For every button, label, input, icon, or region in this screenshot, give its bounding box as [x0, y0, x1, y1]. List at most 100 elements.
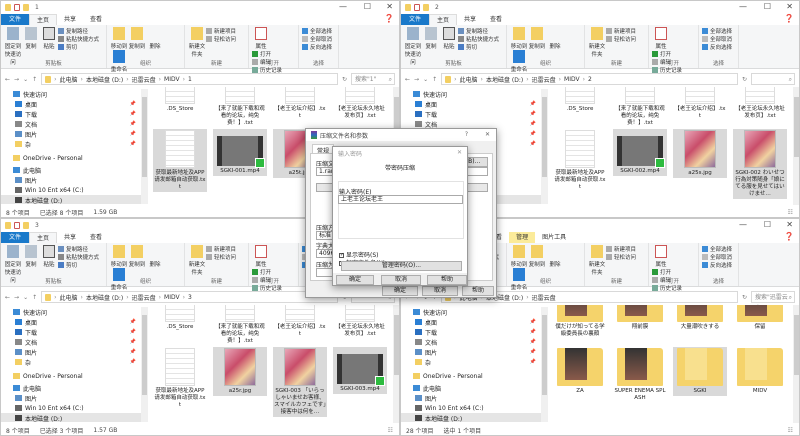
select-none-button[interactable]: 全部取消 [702, 253, 735, 261]
new-folder-icon[interactable] [23, 4, 29, 11]
nav-item[interactable]: 桌面 📌 [401, 99, 546, 109]
scroll-thumb[interactable] [142, 315, 147, 395]
up-button[interactable]: ↑ [32, 76, 37, 83]
copy-to-button[interactable]: 复制到 [128, 27, 146, 50]
paste-button[interactable]: 粘贴 [40, 27, 58, 50]
forward-button[interactable]: → [14, 76, 19, 83]
close-button[interactable]: ✕ [786, 220, 793, 229]
file-item[interactable]: 大量潮吹きする [673, 305, 727, 332]
cut-button[interactable]: 剪切 [458, 43, 499, 51]
delete-button[interactable]: 删除 [146, 27, 164, 50]
file-item[interactable]: 获取最新地址及APP请发邮箱自动获取.txt [553, 129, 607, 192]
file-item[interactable]: 【来了就能下载和观看的论坛，纯免费！】.txt [213, 305, 267, 346]
scroll-thumb[interactable] [794, 315, 799, 375]
file-item[interactable]: 【老王论坛介绍】.txt [673, 87, 727, 121]
copy-to-button[interactable]: 复制到 [128, 245, 146, 268]
refresh-button[interactable]: ↻ [742, 294, 747, 301]
refresh-button[interactable]: ↻ [742, 76, 747, 83]
forward-button[interactable]: → [414, 76, 419, 83]
invert-selection-button[interactable]: 反向选择 [302, 43, 335, 51]
close-button[interactable]: ✕ [485, 131, 490, 138]
help-button[interactable]: 帮助 [462, 286, 494, 296]
move-to-button[interactable]: 移动到 [110, 27, 128, 50]
tab-home[interactable]: 主页 [429, 14, 458, 25]
nav-item[interactable]: OneDrive - Personal [401, 371, 546, 381]
file-item[interactable]: 【老王论坛永久地址发布页】.txt [333, 305, 387, 339]
file-item[interactable]: 【来了就能下载和观看的论坛，纯免费！】.txt [613, 87, 667, 128]
copy-button[interactable]: 复制 [22, 245, 40, 268]
properties-icon[interactable] [14, 4, 20, 11]
new-item-button[interactable]: 新建项目 [606, 245, 636, 253]
file-item[interactable]: 【老王论坛永久地址发布页】.txt [333, 87, 387, 121]
nav-item[interactable]: 杂📌 [1, 139, 146, 149]
help-button[interactable]: ? [465, 131, 468, 138]
scroll-thumb[interactable] [794, 97, 799, 157]
select-none-button[interactable]: 全部取消 [302, 35, 335, 43]
up-button[interactable]: ↑ [432, 76, 437, 83]
nav-item[interactable]: Win 10 Ent x64 (C:) [1, 403, 146, 413]
nav-item[interactable]: 图片 [1, 393, 146, 403]
open-button[interactable]: 打开 [652, 268, 682, 276]
file-item[interactable]: SGKI-001.mp4 [213, 129, 267, 176]
recent-dropdown[interactable]: ⌄ [23, 294, 28, 301]
nav-item[interactable]: 杂📌 [401, 357, 546, 367]
paste-shortcut-button[interactable]: 粘贴快捷方式 [58, 253, 99, 261]
nav-item[interactable]: 下载 📌 [1, 109, 146, 119]
file-item[interactable]: MIDV [733, 347, 787, 396]
breadcrumb-item[interactable]: 2 [588, 76, 592, 83]
nav-item[interactable]: 下载 📌 [1, 327, 146, 337]
breadcrumb-item[interactable]: 1 [188, 76, 192, 83]
tab-view[interactable]: 查看 [83, 14, 109, 25]
tab-file[interactable]: 文件 [1, 232, 30, 243]
nav-item[interactable]: 本地磁盘 (D:) [401, 413, 546, 422]
file-item[interactable]: SUPER ENEMA SPLASH [613, 347, 667, 403]
select-all-button[interactable]: 全部选择 [302, 27, 335, 35]
invert-selection-button[interactable]: 反向选择 [702, 261, 735, 269]
copy-to-button[interactable]: 复制到 [528, 245, 546, 268]
ok-button[interactable]: 确定 [336, 275, 374, 285]
nav-item[interactable]: 图片 📌 [1, 347, 146, 357]
forward-button[interactable]: → [14, 294, 19, 301]
tab-home[interactable]: 主页 [29, 14, 58, 25]
search-input[interactable]: ⌕ [751, 73, 795, 85]
new-folder-icon[interactable] [423, 4, 429, 11]
copy-path-button[interactable]: 复制路径 [458, 27, 499, 35]
nav-scrollbar[interactable] [141, 307, 148, 422]
breadcrumb-item[interactable]: 本地磁盘 (D:) [86, 293, 123, 302]
help-icon[interactable]: ❓ [784, 232, 794, 241]
breadcrumb-item[interactable]: 此电脑 [60, 75, 78, 84]
invert-selection-button[interactable]: 反向选择 [702, 43, 735, 51]
breadcrumb-item[interactable]: MIDV [564, 76, 580, 83]
paste-shortcut-button[interactable]: 粘贴快捷方式 [458, 35, 499, 43]
nav-item[interactable]: 图片 [1, 175, 146, 185]
content-scrollbar[interactable] [793, 305, 799, 423]
back-button[interactable]: ← [5, 294, 10, 301]
maximize-button[interactable]: ☐ [764, 220, 771, 229]
new-folder-button[interactable]: 新建文件夹 [588, 27, 606, 58]
view-toggle-icon[interactable]: ☷ [388, 427, 393, 434]
view-toggle-icon[interactable]: ☷ [788, 427, 793, 434]
move-to-button[interactable]: 移动到 [110, 245, 128, 268]
tab-view[interactable]: 查看 [483, 14, 509, 25]
file-item[interactable]: 【老王论坛永久地址发布页】.txt [733, 87, 787, 121]
nav-item[interactable]: OneDrive - Personal [1, 371, 146, 381]
refresh-button[interactable]: ↻ [342, 76, 347, 83]
copy-path-button[interactable]: 复制路径 [58, 245, 99, 253]
scroll-thumb[interactable] [542, 97, 547, 177]
back-button[interactable]: ← [5, 76, 10, 83]
nav-item[interactable]: 桌面 📌 [401, 317, 546, 327]
easy-access-button[interactable]: 轻松访问 [606, 253, 636, 261]
tab-view[interactable]: 查看 [83, 232, 109, 243]
nav-item[interactable]: OneDrive - Personal [1, 153, 146, 163]
nav-item[interactable]: 图片 📌 [401, 347, 546, 357]
nav-scrollbar[interactable] [541, 307, 548, 422]
minimize-button[interactable]: — [339, 2, 347, 11]
tab-home[interactable]: 主页 [29, 232, 58, 243]
maximize-button[interactable]: ☐ [764, 2, 771, 11]
paste-button[interactable]: 粘贴 [440, 27, 458, 50]
nav-item[interactable]: 快速访问 [401, 89, 546, 99]
file-item[interactable]: 【来了就能下载和观看的论坛，纯免费！】.txt [213, 87, 267, 128]
tab-share[interactable]: 共享 [57, 232, 83, 243]
new-folder-button[interactable]: 新建文件夹 [188, 245, 206, 276]
breadcrumb-item[interactable]: MIDV [164, 76, 180, 83]
